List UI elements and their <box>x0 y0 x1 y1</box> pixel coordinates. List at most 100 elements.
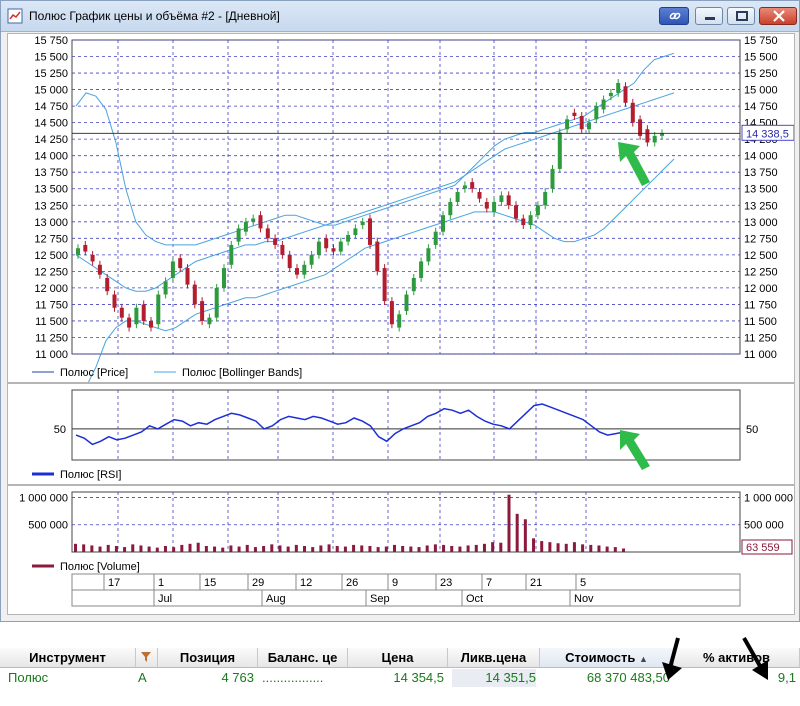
candle-body <box>477 192 482 199</box>
last-price-label: 14 338,5 <box>746 128 789 140</box>
candle-body <box>645 129 650 143</box>
cell-value[interactable]: 68 370 483,50 <box>540 669 670 687</box>
volume-bar <box>213 546 217 552</box>
close-button[interactable] <box>759 7 797 25</box>
month-label: Jul <box>158 593 172 605</box>
candle-body <box>346 235 351 242</box>
candle-body <box>214 287 219 318</box>
volume-bar <box>384 546 388 552</box>
volume-bar <box>335 546 339 552</box>
volume-bar <box>204 546 208 552</box>
candle-body <box>368 218 372 245</box>
candle-body <box>229 244 234 265</box>
day-label: 12 <box>300 577 312 589</box>
volume-bar <box>180 544 184 552</box>
volume-bar <box>548 542 552 552</box>
candle-body <box>594 106 599 120</box>
candle-body <box>119 307 124 318</box>
candle-body <box>324 238 329 249</box>
volume-bar <box>74 543 77 552</box>
volume-bar <box>237 546 241 552</box>
candle-body <box>579 116 584 130</box>
candle-body <box>156 294 161 325</box>
price-tick-label-left: 14 750 <box>34 101 68 113</box>
rsi-panel[interactable]: 50 50 Полюс [RSI] <box>7 383 795 485</box>
volume-panel[interactable]: 1 000 000 1 000 000 500 000 500 000 63 559 По… <box>7 485 795 615</box>
price-tick-label-left: 15 500 <box>34 52 68 64</box>
candle-body <box>433 231 438 245</box>
volume-bar <box>262 546 266 552</box>
volume-bar <box>515 513 519 552</box>
column-header-value[interactable]: Стоимость ▲ <box>540 648 674 668</box>
volume-bar <box>581 544 585 552</box>
price-tick-label-right: 15 500 <box>744 52 778 64</box>
candle-body <box>243 221 248 232</box>
cell-balance-price[interactable]: ................. <box>262 669 346 687</box>
cell-liq-price[interactable]: 14 351,5 <box>452 669 536 687</box>
candle-body <box>623 86 628 103</box>
candle-body <box>608 92 613 97</box>
minimize-button[interactable] <box>695 7 723 25</box>
rsi-level-label-right: 50 <box>746 424 758 436</box>
month-label: Sep <box>370 593 390 605</box>
price-tick-label-right: 15 250 <box>744 68 778 80</box>
candle-body <box>163 281 168 295</box>
volume-plot-area <box>71 491 741 553</box>
column-header-instrument[interactable]: Инструмент <box>0 648 136 668</box>
price-tick-label-right: 12 250 <box>744 266 778 278</box>
volume-bar <box>392 544 396 552</box>
candle-body <box>236 228 241 242</box>
maximize-button[interactable] <box>727 7 755 25</box>
volume-bar <box>311 547 315 552</box>
volume-bar <box>221 547 225 552</box>
price-tick-label-left: 13 750 <box>34 167 68 179</box>
candle-body <box>565 119 570 130</box>
volume-bar <box>450 546 454 552</box>
cell-position[interactable]: 4 763 <box>158 669 254 687</box>
candle-body <box>302 264 307 275</box>
candle-body <box>375 241 380 272</box>
volume-bar <box>482 543 486 552</box>
volume-chart[interactable]: 1 000 000 1 000 000 500 000 500 000 63 559 По… <box>8 486 794 614</box>
last-volume-label: 63 559 <box>746 542 780 554</box>
rsi-chart[interactable]: 50 50 Полюс [RSI] <box>8 384 794 484</box>
price-panel[interactable]: 15 750 15 750 15 500 15 500 15 250 15 250 15 0… <box>7 33 795 401</box>
volume-bar <box>114 546 118 552</box>
candle-body <box>76 248 80 255</box>
candle-body <box>170 261 175 278</box>
close-icon <box>773 10 785 22</box>
candle-body <box>514 205 518 219</box>
day-label: 1 <box>158 577 164 589</box>
volume-bar <box>270 544 274 552</box>
volume-bar <box>360 545 364 552</box>
legend-rsi-label: Полюс [RSI] <box>60 469 121 481</box>
price-tick-label-left: 14 000 <box>34 151 68 163</box>
price-chart[interactable]: 15 750 15 750 15 500 15 500 15 250 15 250 15 0… <box>8 34 795 401</box>
link-button[interactable] <box>659 7 689 25</box>
column-header-price[interactable]: Цена <box>348 648 448 668</box>
cell-type[interactable]: А <box>138 669 158 687</box>
price-tick-label-left: 12 750 <box>34 233 68 245</box>
candle-body <box>353 228 358 236</box>
title-bar[interactable]: Полюс График цены и объёма #2 - [Дневной… <box>1 1 799 32</box>
candle-body <box>543 192 548 206</box>
annotation-arrow-pct <box>742 637 768 680</box>
column-header-position[interactable]: Позиция <box>158 648 258 668</box>
volume-bar <box>343 546 347 552</box>
column-header-type[interactable] <box>136 648 158 668</box>
volume-bar <box>139 545 143 552</box>
column-header-balance-price[interactable]: Баланс. це <box>258 648 348 668</box>
column-header-liq-price[interactable]: Ликв.цена <box>448 648 540 668</box>
candle-body <box>572 112 577 117</box>
candle-body <box>528 215 533 226</box>
volume-bar <box>605 546 609 552</box>
cell-price[interactable]: 14 354,5 <box>348 669 444 687</box>
volume-bar <box>352 544 356 552</box>
price-tick-label-right: 13 750 <box>744 167 778 179</box>
volume-bar <box>147 546 151 552</box>
cell-instrument[interactable]: Полюс <box>8 669 128 687</box>
time-axis-months <box>71 589 741 607</box>
price-tick-label-right: 11 500 <box>744 316 777 328</box>
volume-bar <box>589 544 593 552</box>
volume-bar <box>433 544 437 552</box>
